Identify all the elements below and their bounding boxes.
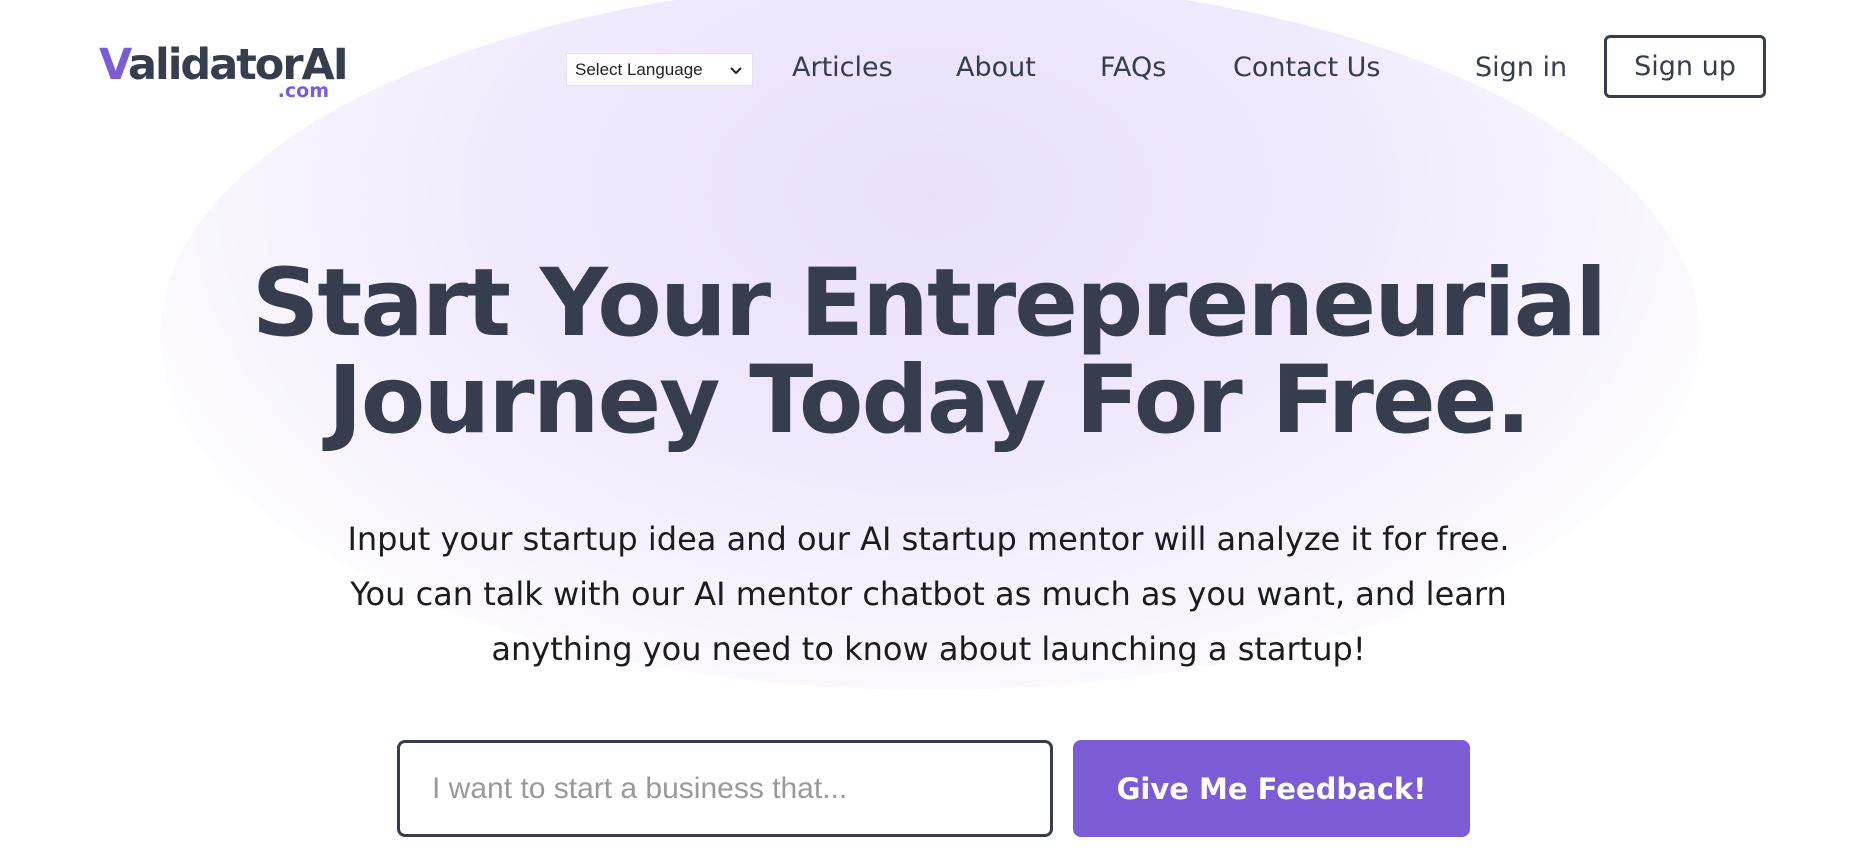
logo-suffix: .com: [277, 80, 329, 102]
logo[interactable]: ValidatorAI .com: [99, 40, 349, 102]
hero-subtitle-line-2: You can talk with our AI mentor chatbot …: [350, 575, 1507, 613]
hero-subtitle: Input your startup idea and our AI start…: [0, 512, 1857, 677]
hero-title: Start Your Entrepreneurial Journey Today…: [0, 255, 1857, 449]
hero-subtitle-line-1: Input your startup idea and our AI start…: [347, 520, 1510, 558]
language-select[interactable]: Select Language: [566, 53, 753, 86]
sign-up-button[interactable]: Sign up: [1604, 35, 1766, 98]
business-idea-input[interactable]: [397, 740, 1053, 837]
give-feedback-button[interactable]: Give Me Feedback!: [1073, 740, 1470, 837]
site-header: ValidatorAI .com Select Language Article…: [0, 0, 1857, 140]
hero-subtitle-line-3: anything you need to know about launchin…: [491, 630, 1366, 668]
nav-link-contact-us[interactable]: Contact Us: [1233, 48, 1380, 88]
language-select-value: Select Language: [575, 59, 703, 79]
nav-link-articles[interactable]: Articles: [792, 48, 893, 88]
chevron-down-icon: [730, 66, 742, 74]
hero-title-line-2: Journey Today For Free.: [327, 346, 1531, 455]
sign-in-link[interactable]: Sign in: [1475, 48, 1567, 88]
nav-link-about[interactable]: About: [956, 48, 1036, 88]
hero-title-line-1: Start Your Entrepreneurial: [251, 249, 1608, 358]
nav-link-faqs[interactable]: FAQs: [1100, 48, 1166, 88]
logo-v-mark: V: [99, 40, 130, 90]
